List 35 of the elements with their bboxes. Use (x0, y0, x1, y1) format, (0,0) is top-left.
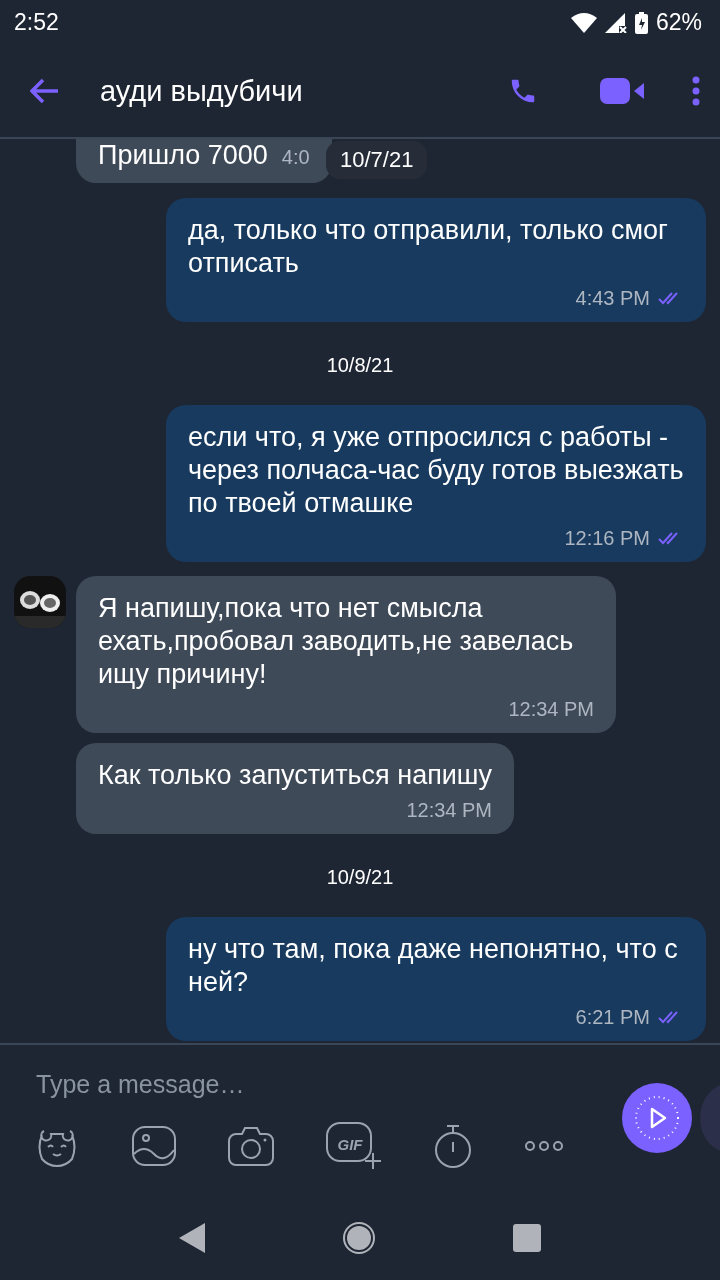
message-text: ну что там, пока даже непонятно, что с ней? (188, 933, 679, 999)
video-call-icon[interactable] (600, 78, 644, 104)
date-label: 10/8/21 (326, 354, 394, 377)
chat-title: ауди выдубичи (100, 74, 304, 108)
battery-icon (634, 11, 648, 34)
message-text: если что, я уже отпросился с работы - через полчаса-час буду готов выезжать по твоей отмашке (188, 421, 684, 520)
message-field[interactable]: Type a message… (34, 1069, 598, 1100)
message-time: 4:0 (281, 145, 310, 170)
back-icon[interactable] (30, 78, 60, 104)
message-time: 4:43 PM (575, 286, 650, 310)
battery-level: 62% (655, 9, 702, 36)
message-time: 12:34 PM (406, 798, 492, 822)
camera-icon[interactable] (228, 1126, 274, 1166)
gallery-icon[interactable] (132, 1126, 176, 1166)
message-time: 12:16 PM (564, 526, 650, 550)
date-chip: 10/7/21 (326, 141, 428, 179)
play-icon (632, 1093, 682, 1143)
signal-icon (604, 12, 627, 33)
recents-nav-icon[interactable] (513, 1223, 541, 1252)
wifi-icon (570, 12, 597, 33)
home-nav-icon[interactable] (343, 1221, 375, 1254)
date-label: 10/9/21 (326, 866, 394, 889)
message-time: 6:21 PM (575, 1005, 650, 1029)
timer-icon[interactable] (434, 1124, 472, 1168)
message-text: Пришло 7000 (98, 139, 268, 172)
back-nav-icon[interactable] (179, 1222, 205, 1253)
more-icon[interactable] (692, 76, 700, 106)
message-text: да, только что отправили, только смог отписать (188, 214, 669, 280)
message-text: Я напишу,пока что нет смысла ехать,пробовал заводить,не завелась ищу причину! (98, 592, 575, 691)
message-text: Как только запуститься напишу (98, 759, 492, 792)
status-time: 2:52 (14, 9, 59, 36)
gif-button[interactable]: GIF (326, 1122, 382, 1170)
more-icon[interactable] (524, 1140, 564, 1152)
plus-icon (364, 1152, 382, 1170)
message-time: 12:34 PM (508, 697, 594, 721)
